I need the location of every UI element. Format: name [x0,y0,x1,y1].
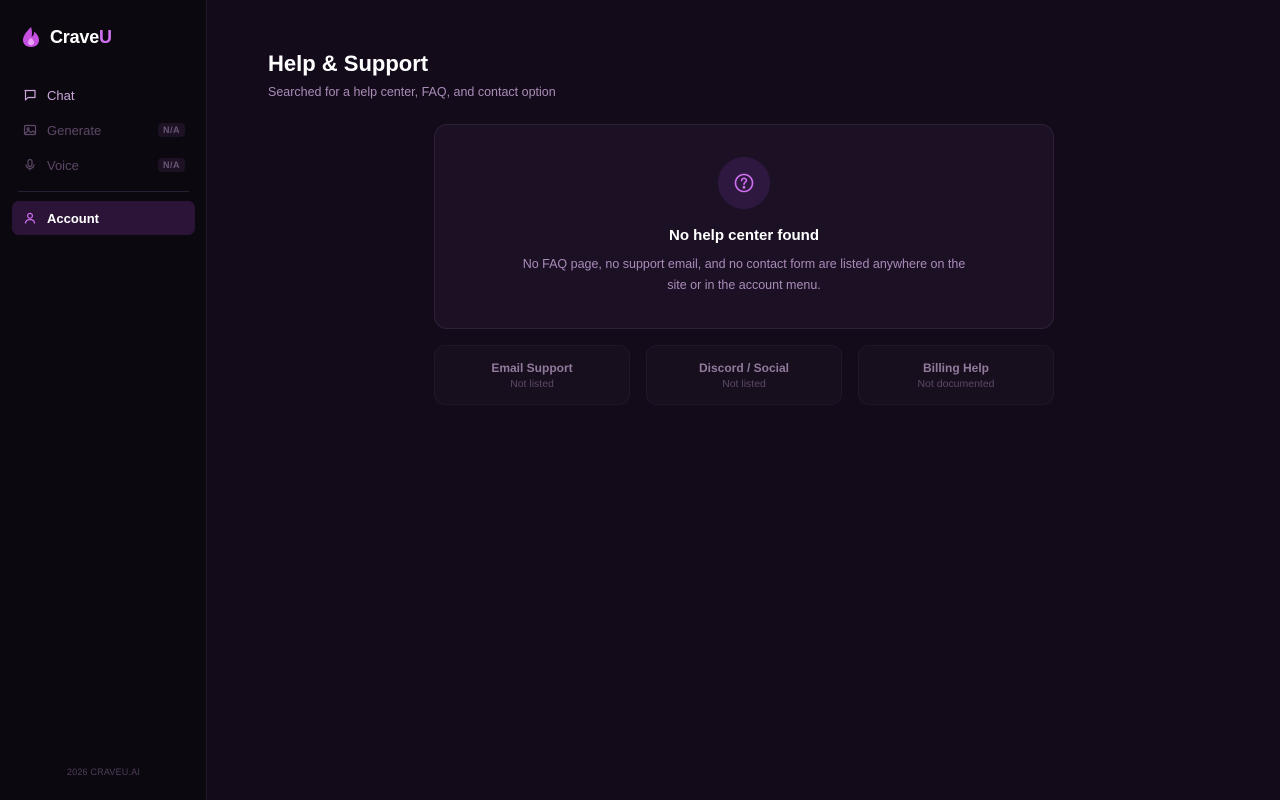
option-title: Billing Help [923,361,989,375]
option-status: Not listed [510,378,554,390]
chat-icon [24,89,36,101]
sidebar: CraveU Chat Generate N/A Voice N/A Accou… [0,0,207,800]
sidebar-item-label: Chat [47,87,75,103]
sidebar-item-voice[interactable]: Voice N/A [12,148,195,182]
status-badge: N/A [158,158,185,172]
brand-name-accent: U [99,26,112,47]
sidebar-item-label: Generate [47,122,102,138]
option-title: Discord / Social [698,361,790,375]
sidebar-footer: 2026 CRAVEU.AI [66,767,141,777]
help-circle-icon [734,173,754,193]
sidebar-item-label: Voice [47,157,79,173]
brand-logo[interactable]: CraveU [22,26,112,48]
image-icon [23,124,37,136]
user-icon [24,212,36,224]
flame-logo-icon [23,27,39,47]
empty-state-card: No help center found No FAQ page, no sup… [434,124,1054,329]
sidebar-item-label: Account [47,210,99,226]
microphone-icon [25,158,35,171]
empty-state-description: No FAQ page, no support email, and no co… [522,257,966,292]
empty-state-title: No help center found [669,227,819,244]
sidebar-divider [18,191,189,192]
page-subtitle: Searched for a help center, FAQ, and con… [268,85,556,99]
status-badge: N/A [158,123,185,137]
page-title: Help & Support [268,51,429,76]
help-circle-badge [718,157,770,209]
billing-help-card: Billing Help Not documented [858,345,1054,405]
email-support-card: Email Support Not listed [434,345,630,405]
sidebar-item-generate[interactable]: Generate N/A [12,113,195,147]
option-status: Not listed [722,378,766,390]
option-status: Not documented [917,378,995,390]
brand-name: CraveU [50,27,112,48]
brand-name-main: Crave [50,26,100,47]
sidebar-item-account[interactable]: Account [12,201,195,235]
option-title: Email Support [491,361,573,375]
sidebar-item-chat[interactable]: Chat [12,78,195,112]
discord-social-card: Discord / Social Not listed [646,345,842,405]
